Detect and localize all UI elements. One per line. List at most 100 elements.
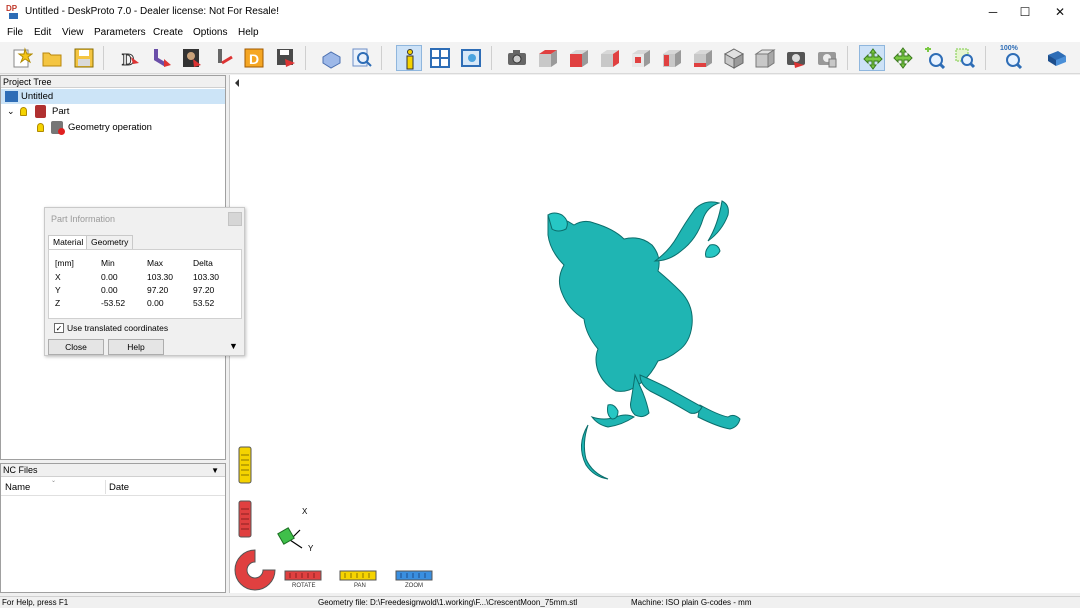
status-bar: For Help, press F1 Geometry file: D:\Fre… <box>0 596 1080 607</box>
material-icon[interactable] <box>318 45 344 71</box>
camera-icon[interactable] <box>504 45 530 71</box>
svg-text:D: D <box>249 51 259 67</box>
tree-item-label: Geometry operation <box>68 122 152 133</box>
rotate-mode-button[interactable] <box>284 570 322 581</box>
3d-viewport[interactable]: ROTATE PAN ZOOM X Y <box>229 75 1080 593</box>
zoom-mode-button[interactable] <box>395 570 433 581</box>
view-back-icon[interactable] <box>628 45 654 71</box>
dialog-close-box[interactable] <box>228 212 242 226</box>
title-bar: DP Untitled - DeskProto 7.0 - Dealer lic… <box>0 0 1080 24</box>
menu-edit[interactable]: Edit <box>34 27 51 38</box>
zoom-in-icon[interactable] <box>921 45 947 71</box>
collapse-icon[interactable]: ⌄ <box>7 104 15 119</box>
zoom-100-icon[interactable]: 100% <box>1000 45 1026 71</box>
close-button[interactable]: Close <box>48 339 104 355</box>
row-x-label: X <box>55 272 61 282</box>
x-axis-label: X <box>302 507 308 516</box>
column-date[interactable]: Date <box>109 482 129 493</box>
info-icon[interactable] <box>396 45 422 71</box>
translated-coordinates-checkbox[interactable]: ✓ <box>54 323 64 333</box>
render-icon[interactable] <box>783 45 809 71</box>
column-divider[interactable] <box>105 480 106 494</box>
layout-icon[interactable] <box>427 45 453 71</box>
menu-view[interactable]: View <box>62 27 84 38</box>
wizard-icon[interactable]: D <box>117 45 143 71</box>
drawing-icon[interactable]: D <box>241 45 267 71</box>
lightbulb-icon[interactable] <box>20 107 27 116</box>
header-max: Max <box>147 258 164 268</box>
menu-options[interactable]: Options <box>193 27 227 38</box>
axis-indicator <box>277 527 303 549</box>
tree-item-part[interactable]: ⌄ Part <box>1 104 225 119</box>
zoom-doc-icon[interactable] <box>349 45 375 71</box>
rotate-mode-label: ROTATE <box>292 583 316 589</box>
view-iso2-icon[interactable] <box>752 45 778 71</box>
menu-file[interactable]: File <box>7 27 23 38</box>
view-left-icon[interactable] <box>659 45 685 71</box>
wizard4-icon[interactable] <box>211 45 237 71</box>
y-axis-label: Y <box>308 544 314 553</box>
nc-files-panel: NC Files ▼ Name ⌄ Date <box>0 463 226 593</box>
wizard2-icon[interactable] <box>149 45 175 71</box>
rotate-dial-icon[interactable] <box>234 549 276 591</box>
rotate-slider-icon[interactable] <box>238 500 252 538</box>
tree-item-untitled[interactable]: Untitled <box>1 89 225 104</box>
expand-arrow-icon[interactable] <box>235 79 239 87</box>
view-top-icon[interactable] <box>535 45 561 71</box>
tree-item-label: Untitled <box>21 91 54 102</box>
view-icon[interactable] <box>458 45 484 71</box>
tab-geometry[interactable]: Geometry <box>86 235 134 249</box>
zoom-mode-label: ZOOM <box>405 583 423 589</box>
render2-icon[interactable] <box>814 45 840 71</box>
tree-item-label: Part <box>52 106 70 117</box>
nc-files-columns: Name ⌄ Date <box>1 478 225 496</box>
help-button[interactable]: Help <box>108 339 164 355</box>
toolbar: D D 100% <box>0 42 1080 74</box>
row-y-label: Y <box>55 285 61 295</box>
pan-mode-button[interactable] <box>339 570 377 581</box>
zoom-slider-icon[interactable] <box>238 446 252 484</box>
row-y-min: 0.00 <box>101 285 118 295</box>
menu-parameters[interactable]: Parameters <box>94 27 146 38</box>
new-icon[interactable] <box>9 45 35 71</box>
tree-item-geometry-operation[interactable]: Geometry operation <box>1 120 225 135</box>
wizard3-icon[interactable] <box>179 45 205 71</box>
export-icon[interactable] <box>273 45 299 71</box>
book-icon[interactable] <box>1044 45 1070 71</box>
save-icon[interactable] <box>71 45 97 71</box>
part-icon <box>35 105 46 118</box>
close-button[interactable]: ✕ <box>1043 0 1077 24</box>
tab-material[interactable]: Material <box>48 235 89 249</box>
view-right-icon[interactable] <box>597 45 623 71</box>
maximize-button[interactable]: ☐ <box>1008 0 1042 24</box>
minimize-button[interactable]: ─ <box>976 0 1010 24</box>
lightbulb-icon[interactable] <box>37 123 44 132</box>
view-front-icon[interactable] <box>566 45 592 71</box>
checkbox-label: Use translated coordinates <box>67 323 169 333</box>
view-iso-icon[interactable] <box>721 45 747 71</box>
status-help: For Help, press F1 <box>2 598 69 607</box>
dropdown-icon[interactable]: ▼ <box>211 464 219 477</box>
3d-model[interactable] <box>547 200 741 480</box>
menu-create[interactable]: Create <box>153 27 183 38</box>
zoom-window-icon[interactable] <box>952 45 978 71</box>
row-y-max: 97.20 <box>147 285 169 295</box>
pan-mode-label: PAN <box>354 583 366 589</box>
more-arrow-icon[interactable]: ▼ <box>229 341 238 351</box>
pan-icon[interactable] <box>890 45 916 71</box>
nc-files-header: NC Files ▼ <box>1 464 225 477</box>
row-z-label: Z <box>55 298 61 308</box>
menu-bar: File Edit View Parameters Create Options… <box>0 24 1080 42</box>
status-geometry-file: Geometry file: D:\Freedesignwold\1.worki… <box>318 598 578 607</box>
project-icon <box>5 91 18 102</box>
window-title: Untitled - DeskProto 7.0 - Dealer licens… <box>25 6 279 17</box>
nc-files-title: NC Files <box>3 465 38 475</box>
rotate-icon[interactable] <box>859 45 885 71</box>
project-tree-header: Project Tree <box>1 76 225 88</box>
open-icon[interactable] <box>39 45 65 71</box>
view-bottom-icon[interactable] <box>690 45 716 71</box>
column-name[interactable]: Name <box>5 482 30 493</box>
menu-help[interactable]: Help <box>238 27 259 38</box>
viewport-canvas[interactable] <box>230 75 1080 593</box>
row-z-delta: 53.52 <box>193 298 215 308</box>
